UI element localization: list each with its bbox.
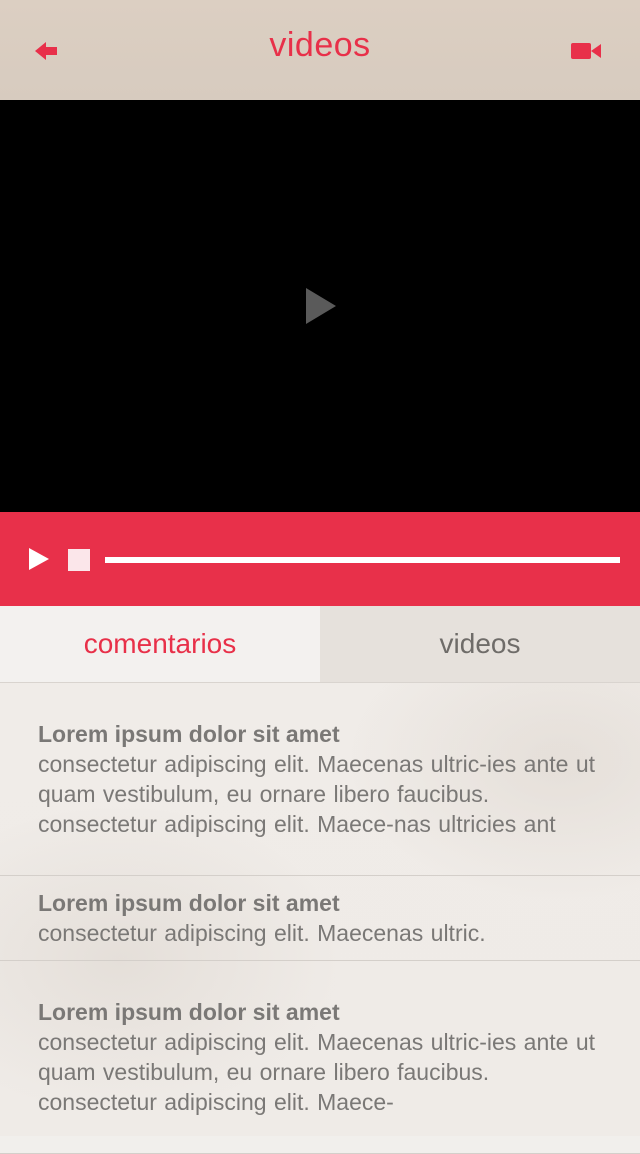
tab-comentarios[interactable]: comentarios <box>0 606 320 682</box>
video-camera-icon <box>571 43 601 59</box>
comment-title: Lorem ipsum dolor sit amet <box>38 999 340 1025</box>
play-icon[interactable] <box>26 546 52 572</box>
tab-bar: comentarios videos <box>0 606 640 683</box>
comment-body: consectetur adipiscing elit. Maecenas ul… <box>38 1029 596 1115</box>
comment-title: Lorem ipsum dolor sit amet <box>38 721 340 747</box>
comments-list: Lorem ipsum dolor sit amet consectetur a… <box>0 683 640 1154</box>
tab-videos[interactable]: videos <box>320 606 640 682</box>
list-item: Lorem ipsum dolor sit amet consectetur a… <box>0 961 640 1154</box>
play-icon[interactable] <box>304 286 338 326</box>
comment-body: consectetur adipiscing elit. Maecenas ul… <box>38 751 596 837</box>
list-item: Lorem ipsum dolor sit amet consectetur a… <box>0 683 640 876</box>
player-controls <box>0 512 640 606</box>
comment-title: Lorem ipsum dolor sit amet <box>38 890 340 916</box>
comment-body: consectetur adipiscing elit. Maecenas ul… <box>38 920 486 946</box>
list-item: Lorem ipsum dolor sit amet consectetur a… <box>0 876 640 961</box>
progress-bar[interactable] <box>105 557 620 563</box>
stop-button[interactable] <box>68 549 90 571</box>
video-player[interactable] <box>0 100 640 512</box>
video-camera-button[interactable] <box>564 34 608 68</box>
top-bar: videos <box>0 0 640 100</box>
page-title: videos <box>269 26 371 64</box>
progress-fill <box>105 557 620 563</box>
